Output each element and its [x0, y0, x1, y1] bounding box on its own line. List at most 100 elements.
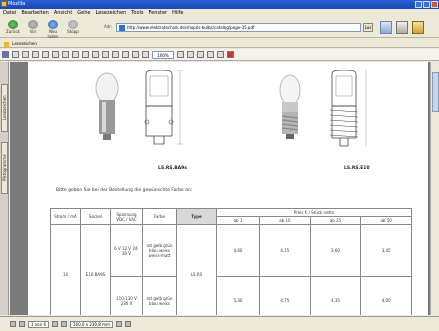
header-ab10: ab 10 — [259, 216, 311, 225]
actual-size-icon[interactable] — [177, 51, 184, 58]
back-view-icon[interactable] — [112, 51, 119, 58]
next-page-icon[interactable] — [92, 51, 99, 58]
page-indicator[interactable]: 1 von 6 — [28, 320, 49, 328]
header-spannung: Spannung VDC / VAC — [110, 208, 143, 225]
menu-bookmarks[interactable]: Lesezeichen — [96, 9, 127, 18]
continuous-page-button[interactable] — [124, 321, 131, 327]
bookmarks-bar: Lesezeichen — [0, 39, 439, 48]
next-page-button[interactable] — [51, 321, 58, 327]
zoom-in-icon[interactable] — [132, 51, 139, 58]
zoom-out-icon[interactable] — [142, 51, 149, 58]
cell-price: 4,35 — [309, 276, 362, 315]
bookmark-star-icon — [4, 41, 9, 47]
ba9s-bulb-photo — [95, 72, 119, 140]
menu-edit[interactable]: Bearbeiten — [21, 9, 48, 18]
navigation-pane-tabs: Lesezeichen Piktogramme — [0, 62, 9, 315]
search-icon[interactable] — [32, 51, 39, 58]
header-farbe: Farbe — [142, 208, 177, 225]
menu-file[interactable]: Datei — [3, 9, 16, 18]
address-text: http://www.elektrotechnik.de/shop/ls-bul… — [127, 25, 255, 30]
fit-width-icon[interactable] — [197, 51, 204, 58]
order-intro-text: Bitte geben Sie bei der Bestellung die g… — [56, 188, 193, 193]
app-icon — [1, 1, 7, 7]
menu-window[interactable]: Fenster — [149, 9, 168, 18]
print-icon[interactable] — [12, 51, 19, 58]
maximize-button[interactable] — [423, 1, 430, 8]
address-label: Adr: — [104, 24, 113, 29]
tab-bookmarks[interactable]: Lesezeichen — [1, 84, 8, 132]
header-preis: Preis € / Stück netto — [216, 208, 412, 217]
price-table: Strom / mA Sockel Spannung VDC / VAC Far… — [50, 208, 412, 315]
cell-price: 4,15 — [259, 224, 311, 277]
e10-technical-drawing — [329, 70, 367, 147]
first-page-icon[interactable] — [72, 51, 79, 58]
header-ab1: ab 1 — [215, 216, 261, 225]
window-title: Mozilla — [8, 1, 26, 7]
cell-farben: rot gelb grün blau weiss weiss-matt — [142, 224, 177, 277]
cell-price: 4,00 — [360, 276, 412, 315]
pdf-toolbar: 100% — [0, 49, 439, 61]
title-bar: Mozilla — [0, 0, 439, 9]
product-caption-e10: LS.RS.E10 — [344, 166, 370, 171]
go-button[interactable]: Los — [363, 23, 373, 32]
menu-help[interactable]: Hilfe — [172, 9, 183, 18]
search-button[interactable] — [380, 21, 392, 34]
stop-button[interactable]: Stopp — [64, 20, 82, 36]
previous-page-icon[interactable] — [82, 51, 89, 58]
menu-view[interactable]: Ansicht — [54, 9, 72, 18]
cell-spannung: 6 V 12 V 24-30 V — [110, 224, 143, 277]
cell-price: 3,60 — [309, 224, 362, 277]
last-page-button[interactable] — [60, 321, 67, 327]
snapshot-icon[interactable] — [62, 51, 69, 58]
minimize-button[interactable] — [415, 1, 422, 8]
close-button[interactable] — [431, 1, 438, 8]
header-sockel: Sockel — [80, 208, 111, 225]
hand-tool-icon[interactable] — [42, 51, 49, 58]
header-ab25: ab 25 — [309, 216, 362, 225]
print-button[interactable] — [396, 21, 408, 34]
cell-type: LS.RS — [176, 224, 217, 315]
pdf-status-bar: 1 von 6 160,0 x 239,8 mm — [0, 316, 439, 331]
cell-spannung: 110-130 V 230 V — [110, 276, 143, 315]
ba9s-technical-drawing — [144, 70, 183, 145]
document-area: LS.RS.BA9s LS.RS.E10 Bitte geben Sie bei… — [10, 62, 430, 315]
page-favicon-icon — [119, 25, 125, 31]
browser-window: Mozilla Datei Bearbeiten Ansicht Gehe Le… — [0, 0, 439, 331]
tab-thumbnails[interactable]: Piktogramme — [1, 142, 8, 194]
back-button[interactable]: Zurück — [4, 20, 22, 36]
forward-view-icon[interactable] — [122, 51, 129, 58]
mozilla-throbber-icon — [412, 21, 424, 34]
previous-page-button[interactable] — [19, 321, 25, 327]
cell-farben: rot gelb grün blau weiss — [142, 276, 177, 315]
zoom-field[interactable]: 100% — [152, 50, 174, 59]
stop-icon — [68, 20, 78, 29]
menu-go[interactable]: Gehe — [77, 9, 90, 18]
reload-icon — [48, 20, 58, 29]
bookmarks-link[interactable]: Lesezeichen — [12, 41, 37, 46]
fit-page-icon[interactable] — [187, 51, 194, 58]
help-icon[interactable] — [217, 51, 224, 58]
address-bar[interactable]: http://www.elektrotechnik.de/shop/ls-bul… — [116, 23, 361, 32]
navigation-toolbar: Zurück Vor Neu laden Stopp Adr: http://w… — [0, 18, 439, 39]
page-size-indicator: 160,0 x 239,8 mm — [69, 320, 113, 328]
forward-button[interactable]: Vor — [24, 20, 42, 36]
vertical-scrollbar[interactable] — [430, 62, 439, 315]
header-ab50: ab 50 — [360, 216, 412, 225]
rotate-icon[interactable] — [207, 51, 214, 58]
reload-button[interactable]: Neu laden — [44, 20, 62, 39]
scrollbar-thumb[interactable] — [432, 72, 439, 112]
cell-price: 4,60 — [215, 224, 261, 277]
save-icon[interactable] — [2, 51, 9, 58]
select-text-icon[interactable] — [52, 51, 59, 58]
cell-price: 4,75 — [259, 276, 311, 315]
single-page-button[interactable] — [115, 321, 122, 327]
header-strom: Strom / mA — [50, 208, 81, 225]
product-caption-ba9s: LS.RS.BA9s — [158, 166, 187, 171]
adobe-icon[interactable] — [227, 51, 234, 58]
last-page-icon[interactable] — [102, 51, 109, 58]
menu-bar: Datei Bearbeiten Ansicht Gehe Lesezeiche… — [0, 9, 439, 18]
first-page-button[interactable] — [10, 321, 16, 327]
cell-strom: 14 — [50, 224, 81, 315]
email-icon[interactable] — [22, 51, 29, 58]
menu-tools[interactable]: Tools — [131, 9, 143, 18]
